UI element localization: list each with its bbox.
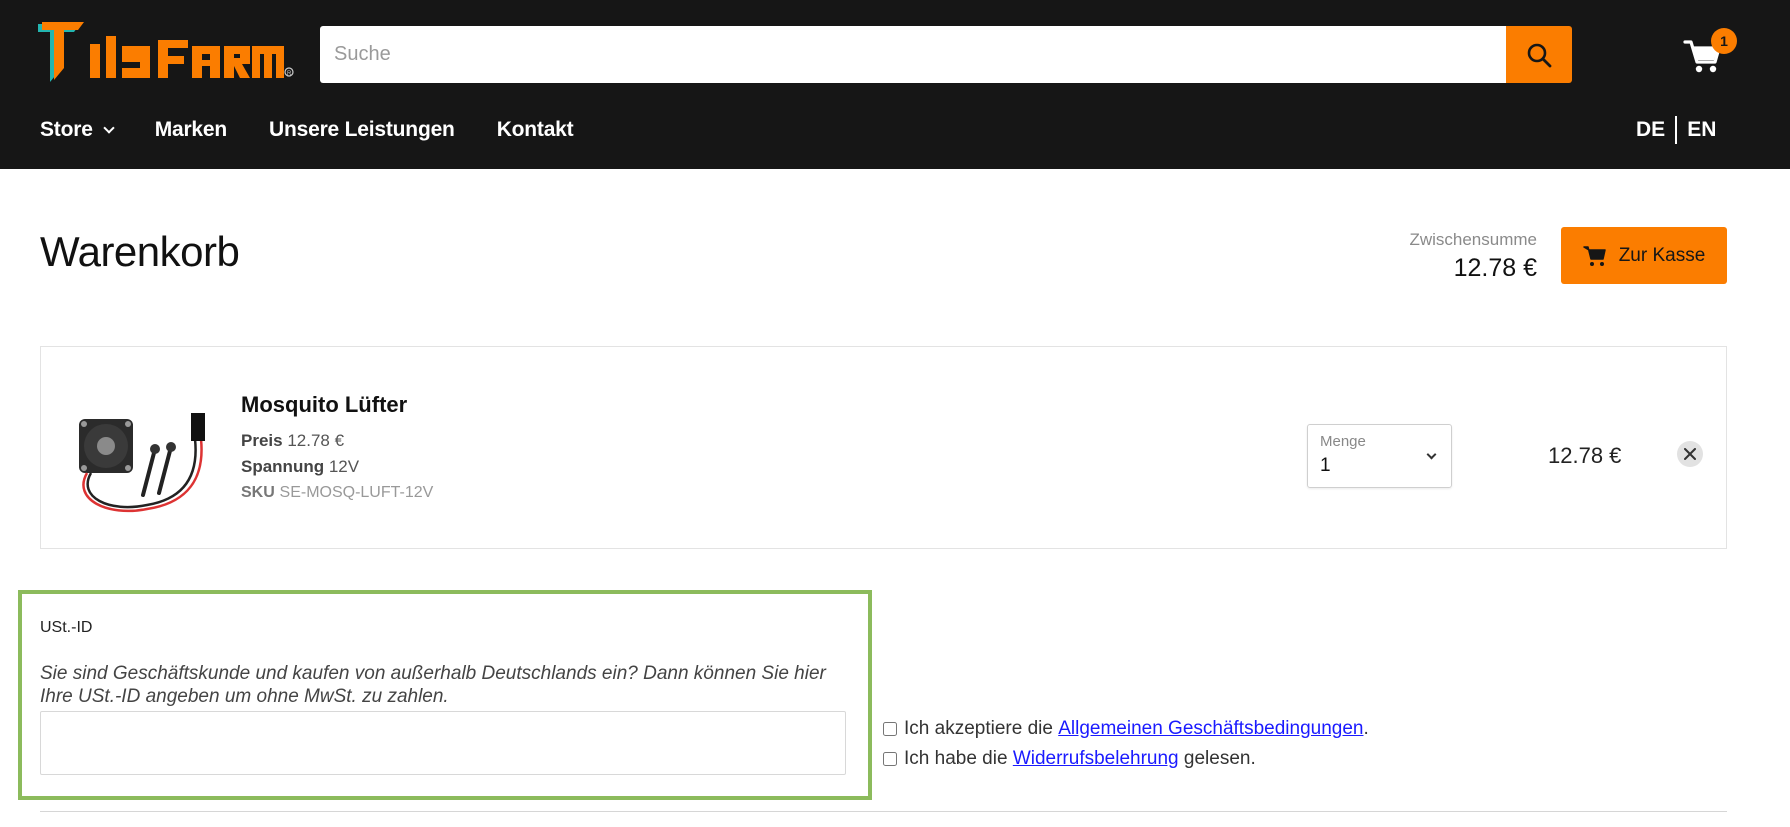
sku-value: SE-MOSQ-LUFT-12V [279, 484, 434, 501]
price-label: Preis [241, 431, 283, 450]
nav-store[interactable]: Store [40, 118, 115, 142]
voltage-value: 12V [328, 457, 360, 476]
vat-id-input[interactable] [40, 711, 846, 775]
search-input[interactable] [320, 26, 1506, 83]
product-voltage: Spannung 12V [241, 457, 359, 477]
quantity-label: Menge [1320, 433, 1366, 450]
agb-suffix: . [1363, 718, 1369, 739]
quantity-value: 1 [1320, 455, 1331, 476]
subtotal-label: Zwischensumme [1409, 230, 1537, 249]
nav-unsere-leistungen[interactable]: Unsere Leistungen [269, 118, 455, 142]
sku-label: SKU [241, 484, 275, 501]
chevron-down-icon [1426, 449, 1437, 460]
close-icon [1684, 448, 1696, 460]
product-sku: SKU SE-MOSQ-LUFT-12V [241, 482, 433, 502]
cart-item: Mosquito Lüfter Preis 12.78 € Spannung 1… [40, 346, 1727, 549]
fan-product-icon [79, 413, 205, 513]
nav-kontakt[interactable]: Kontakt [497, 118, 574, 142]
product-image[interactable] [67, 399, 227, 519]
line-total: 12.78 € [1548, 443, 1622, 468]
nav-marken[interactable]: Marken [155, 118, 228, 142]
vat-id-description: Sie sind Geschäftskunde und kaufen von a… [40, 663, 826, 707]
chevron-down-icon [103, 122, 115, 134]
lang-divider [1675, 116, 1678, 144]
cart-count-badge: 1 [1711, 28, 1737, 54]
voltage-label: Spannung [241, 457, 325, 476]
price-value: 12.78 € [287, 431, 345, 450]
search-button[interactable] [1506, 26, 1572, 83]
product-name[interactable]: Mosquito Lüfter [241, 392, 407, 418]
lang-en[interactable]: EN [1687, 118, 1716, 142]
agb-checkbox-row[interactable]: Ich akzeptiere die Allgemeinen Geschäfts… [883, 718, 1369, 740]
remove-item-button[interactable] [1677, 441, 1703, 467]
agb-checkbox[interactable] [883, 722, 897, 736]
revoke-checkbox-row[interactable]: Ich habe die Widerrufsbelehrung gelesen. [883, 748, 1256, 770]
cart-icon [1582, 245, 1606, 266]
vat-id-label: USt.-ID [40, 619, 93, 636]
checkout-label: Zur Kasse [1618, 244, 1706, 266]
nav-store-label: Store [40, 118, 93, 141]
revoke-link[interactable]: Widerrufsbelehrung [1013, 748, 1179, 770]
search-bar [320, 26, 1572, 83]
main-nav: Store Marken Unsere Leistungen Kontakt [40, 118, 615, 142]
revoke-checkbox[interactable] [883, 752, 897, 766]
language-switcher: DE EN [1636, 116, 1716, 144]
agb-prefix: Ich akzeptiere die [904, 718, 1053, 739]
svg-text:R: R [287, 71, 292, 77]
logo-icon: R [38, 22, 294, 82]
filafarm-logo[interactable]: R [38, 22, 294, 88]
checkout-button[interactable]: Zur Kasse [1561, 227, 1727, 284]
section-divider [40, 811, 1727, 812]
revoke-prefix: Ich habe die [904, 748, 1008, 769]
lang-de[interactable]: DE [1636, 118, 1665, 142]
quantity-select[interactable]: Menge 1 [1307, 424, 1452, 488]
revoke-suffix: gelesen. [1183, 748, 1256, 769]
product-price: Preis 12.78 € [241, 431, 344, 451]
site-header: R 1 Store Marken Unsere Leistungen Konta… [0, 0, 1790, 169]
subtotal-value: 12.78 € [1453, 254, 1537, 282]
agb-link[interactable]: Allgemeinen Geschäftsbedingungen [1058, 718, 1363, 740]
search-icon [1527, 43, 1552, 67]
vat-id-section: USt.-ID Sie sind Geschäftskunde und kauf… [18, 590, 872, 800]
page-title: Warenkorb [40, 228, 240, 275]
